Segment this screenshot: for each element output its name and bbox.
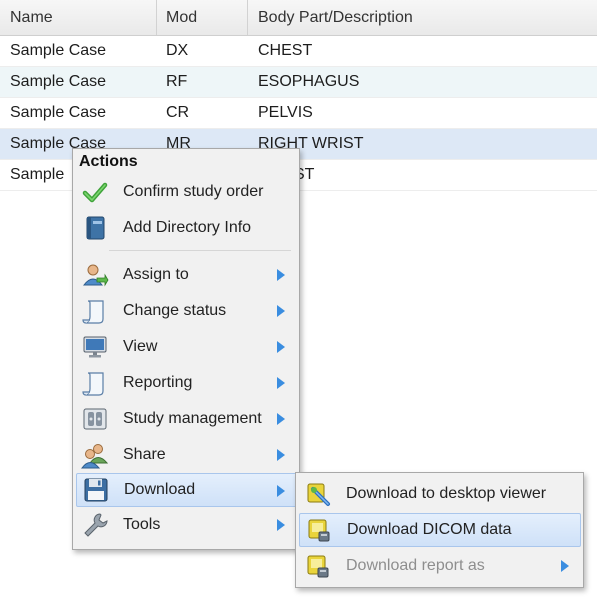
- cell-name: Sample: [10, 166, 65, 183]
- menu-item-label: Assign to: [123, 266, 189, 283]
- download-submenu: Download to desktop viewer Download DICO…: [295, 472, 584, 588]
- cell-description: PELVIS: [258, 104, 313, 121]
- table-row[interactable]: Sample Case CR PELVIS: [0, 98, 597, 129]
- menu-item-share[interactable]: Share: [76, 438, 296, 472]
- menu-item-assign-to[interactable]: Assign to: [76, 258, 296, 292]
- menu-item-label: Reporting: [123, 374, 193, 391]
- column-header-mod[interactable]: Mod: [166, 0, 197, 35]
- menu-item-tools[interactable]: Tools: [76, 508, 296, 542]
- wrench-icon: [81, 511, 109, 539]
- menu-item-label: Tools: [123, 516, 161, 533]
- table-header: Name Mod Body Part/Description: [0, 0, 597, 36]
- submenu-arrow-icon: [277, 485, 285, 497]
- submenu-arrow-icon: [277, 519, 285, 531]
- film-icon: [81, 405, 109, 433]
- report-scroll-icon: [81, 369, 109, 397]
- table-row[interactable]: Sample Case RF ESOPHAGUS: [0, 67, 597, 98]
- user-assign-icon: [81, 261, 109, 289]
- submenu-item-label: Download report as: [346, 557, 485, 574]
- menu-item-label: Download: [124, 481, 196, 498]
- submenu-arrow-icon: [277, 449, 285, 461]
- menu-item-label: Confirm study order: [123, 183, 264, 200]
- floppy-disk-icon: [82, 476, 110, 504]
- menu-item-download[interactable]: Download: [76, 473, 297, 507]
- menu-item-change-status[interactable]: Change status: [76, 294, 296, 328]
- column-header-description[interactable]: Body Part/Description: [258, 0, 413, 35]
- menu-title: Actions: [79, 153, 138, 170]
- cell-description: ESOPHAGUS: [258, 73, 360, 90]
- submenu-item-label: Download DICOM data: [347, 521, 512, 538]
- submenu-item-download-desktop-viewer[interactable]: Download to desktop viewer: [299, 477, 580, 511]
- menu-item-label: Add Directory Info: [123, 219, 252, 236]
- menu-item-label: Study management: [123, 410, 262, 427]
- submenu-item-download-dicom-data[interactable]: Download DICOM data: [299, 513, 581, 547]
- scroll-icon: [81, 297, 109, 325]
- menu-item-view[interactable]: View: [76, 330, 296, 364]
- column-divider[interactable]: [156, 0, 157, 35]
- table-row[interactable]: Sample Case DX CHEST: [0, 36, 597, 67]
- menu-item-confirm-study-order[interactable]: Confirm study order: [76, 175, 296, 209]
- cell-mod: RF: [166, 73, 188, 90]
- cell-mod: CR: [166, 104, 190, 121]
- menu-item-label: Share: [123, 446, 166, 463]
- submenu-arrow-icon: [277, 413, 285, 425]
- cell-name: Sample Case: [10, 73, 107, 90]
- submenu-arrow-icon: [277, 269, 285, 281]
- monitor-icon: [81, 333, 109, 361]
- menu-item-label: View: [123, 338, 158, 355]
- menu-item-add-directory-info[interactable]: Add Directory Info: [76, 211, 296, 245]
- dicom-download-icon: [305, 516, 333, 544]
- book-icon: [81, 214, 109, 242]
- menu-item-reporting[interactable]: Reporting: [76, 366, 296, 400]
- share-users-icon: [81, 441, 109, 469]
- cell-description: CHEST: [258, 42, 313, 59]
- submenu-item-download-report-as[interactable]: Download report as: [299, 549, 580, 583]
- desktop-viewer-icon: [304, 480, 332, 508]
- column-divider[interactable]: [247, 0, 248, 35]
- menu-item-study-management[interactable]: Study management: [76, 402, 296, 436]
- cell-name: Sample Case: [10, 104, 107, 121]
- submenu-arrow-icon: [277, 305, 285, 317]
- report-download-icon: [304, 552, 332, 580]
- column-header-name[interactable]: Name: [10, 0, 53, 35]
- menu-separator: [109, 250, 291, 251]
- submenu-item-label: Download to desktop viewer: [346, 485, 547, 502]
- cell-name: Sample Case: [10, 42, 107, 59]
- menu-item-label: Change status: [123, 302, 227, 319]
- submenu-arrow-icon: [277, 341, 285, 353]
- submenu-arrow-icon: [277, 377, 285, 389]
- submenu-arrow-icon: [561, 560, 569, 572]
- checkmark-icon: [81, 178, 109, 206]
- actions-context-menu: Actions Confirm study order Add Director…: [72, 148, 300, 550]
- cell-mod: DX: [166, 42, 189, 59]
